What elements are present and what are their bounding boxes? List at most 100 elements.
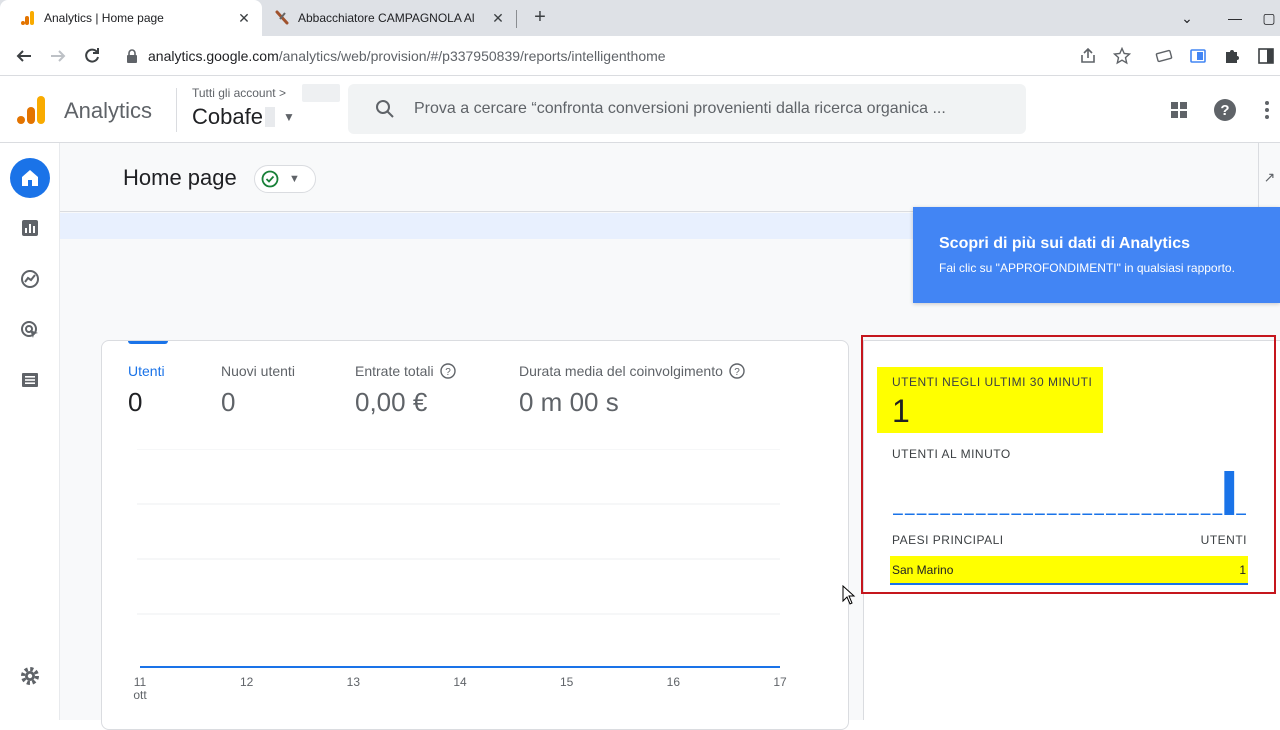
nav-advertising[interactable]: [10, 310, 50, 350]
nav-configure[interactable]: [10, 360, 50, 400]
redacted-text: [264, 107, 275, 127]
more-options-button[interactable]: [1258, 98, 1276, 122]
page-title: Home page: [123, 165, 237, 190]
property-selector[interactable]: Cobafe ▼: [192, 104, 295, 130]
x-tick-label: 13: [347, 675, 361, 689]
analytics-header: Analytics Tutti gli account > Cobafe ▼ P…: [0, 76, 1280, 143]
target-cursor-icon: [21, 321, 38, 338]
account-breadcrumb-label: Tutti gli account: [192, 86, 276, 100]
nav-home[interactable]: [10, 158, 50, 198]
url-host: analytics.google.com: [148, 48, 279, 64]
extensions-button[interactable]: [1220, 44, 1244, 68]
nav-reports[interactable]: [10, 208, 50, 248]
tab-search-chevron-icon[interactable]: ⌄: [1164, 0, 1210, 36]
arrow-left-icon: [16, 50, 31, 62]
mouse-cursor-icon: [842, 585, 856, 605]
svg-text:?: ?: [734, 367, 740, 378]
forward-button[interactable]: [46, 44, 70, 68]
metric-value: 0 m 00 s: [519, 387, 619, 417]
puzzle-icon: [1226, 50, 1239, 63]
chevron-right-icon: >: [278, 86, 286, 100]
x-tick-label: 16: [667, 675, 681, 689]
metric-tab-new-users[interactable]: Nuovi utenti 0: [221, 363, 295, 418]
browser-tab-strip: Analytics | Home page ✕ Abbacchiatore CA…: [0, 0, 1280, 36]
analytics-logo-icon: [17, 96, 45, 124]
tab-title: Analytics | Home page: [44, 11, 164, 25]
back-button[interactable]: [12, 44, 36, 68]
search-placeholder: Prova a cercare “confronta conversioni p…: [414, 100, 946, 117]
toast-title: Scopri di più sui dati di Analytics: [939, 235, 1190, 252]
expand-arrow-icon: ↗: [1263, 169, 1276, 185]
x-tick-label: 14: [453, 675, 467, 689]
extension-window-icon: [1190, 49, 1206, 63]
bar-chart-icon: [22, 220, 38, 236]
extension-button-blue[interactable]: [1186, 44, 1210, 68]
help-icon: ?: [1214, 99, 1236, 121]
product-favicon-icon: [275, 10, 289, 25]
header-divider: [176, 88, 177, 132]
collapse-panel-button[interactable]: ↗: [1258, 143, 1280, 212]
metric-tab-total-revenue[interactable]: Entrate totali ? 0,00 €: [355, 363, 456, 418]
users-line-chart: 11 12 13 14 15 16 17 ott: [133, 449, 787, 702]
address-bar[interactable]: analytics.google.com/analytics/web/provi…: [126, 40, 1146, 72]
account-breadcrumb[interactable]: Tutti gli account >: [192, 86, 286, 100]
metric-label: Entrate totali: [355, 363, 434, 379]
close-tab-icon[interactable]: ✕: [236, 10, 252, 27]
caret-down-icon: ▼: [289, 173, 300, 185]
property-name: Cobafe: [192, 104, 263, 129]
x-tick-label: 12: [240, 675, 254, 689]
metric-label: Nuovi utenti: [221, 363, 295, 379]
metric-label: Durata media del coinvolgimento: [519, 363, 723, 379]
metric-tab-engagement[interactable]: Durata media del coinvolgimento ? 0 m 00…: [519, 363, 745, 418]
tab-separator: [516, 10, 517, 28]
browser-tab-campagnola[interactable]: Abbacchiatore CAMPAGNOLA Al ✕: [262, 0, 516, 36]
bookmark-button[interactable]: [1110, 44, 1134, 68]
metric-label: Utenti: [128, 363, 165, 379]
annotation-red-box: [861, 335, 1276, 594]
lock-icon: [127, 49, 137, 63]
apps-grid-icon: [1171, 102, 1187, 118]
arrow-right-icon: [51, 50, 66, 62]
nav-explore[interactable]: [10, 259, 50, 299]
nav-admin[interactable]: [10, 656, 50, 696]
overview-card: Utenti 0 Nuovi utenti 0 Entrate totali ?…: [101, 340, 849, 730]
apps-button[interactable]: [1167, 98, 1191, 122]
explore-icon: [21, 270, 39, 288]
minimize-button[interactable]: —: [1212, 0, 1258, 36]
extension-button[interactable]: [1152, 44, 1176, 68]
list-icon: [22, 373, 38, 387]
star-icon: [1113, 47, 1131, 65]
metric-value: 0,00 €: [355, 387, 428, 417]
help-button[interactable]: ?: [1213, 98, 1237, 122]
toast-body: Fai clic su "APPROFONDIMENTI" in qualsia…: [939, 261, 1235, 275]
reload-icon: [85, 48, 99, 63]
x-tick-label: 17: [773, 675, 787, 689]
analytics-favicon-icon: [21, 11, 34, 25]
reload-button[interactable]: [80, 44, 104, 68]
settings-gear-icon: [21, 667, 39, 685]
maximize-button[interactable]: ▢: [1258, 0, 1280, 36]
help-outline-icon[interactable]: ?: [439, 363, 456, 379]
product-title: Analytics: [64, 98, 153, 123]
insights-toast[interactable]: Scopri di più sui dati di Analytics Fai …: [913, 207, 1280, 303]
x-tick-label: 11: [134, 675, 147, 689]
tab-title: Abbacchiatore CAMPAGNOLA Al: [298, 11, 475, 25]
side-panel-icon: [1258, 48, 1274, 64]
search-bar[interactable]: Prova a cercare “confronta conversioni p…: [348, 84, 1026, 134]
data-status-chip[interactable]: ▼: [254, 165, 316, 193]
share-button[interactable]: [1076, 44, 1100, 68]
metric-value: 0: [221, 387, 236, 417]
browser-toolbar: analytics.google.com/analytics/web/provi…: [0, 36, 1280, 76]
x-tick-sublabel: ott: [133, 688, 147, 702]
share-icon: [1081, 47, 1095, 63]
help-outline-icon[interactable]: ?: [729, 363, 745, 379]
search-icon: [376, 100, 394, 118]
close-tab-icon[interactable]: ✕: [490, 10, 506, 27]
left-navigation: [0, 143, 60, 720]
metric-tab-users[interactable]: Utenti 0: [128, 363, 165, 418]
new-tab-button[interactable]: +: [528, 6, 552, 30]
metric-value: 0: [128, 387, 143, 417]
browser-tab-analytics[interactable]: Analytics | Home page ✕: [0, 0, 262, 36]
extension-card-icon: [1155, 49, 1173, 63]
side-panel-button[interactable]: [1254, 44, 1278, 68]
